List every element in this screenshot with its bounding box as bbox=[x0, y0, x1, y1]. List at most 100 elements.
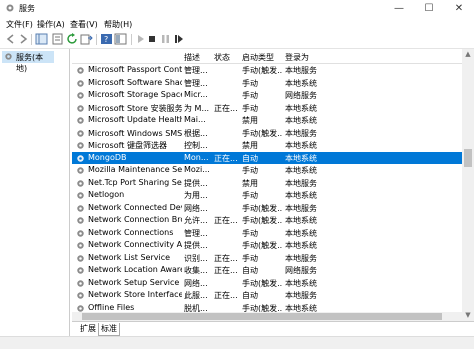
menu-file[interactable]: 文件(F) bbox=[6, 19, 33, 30]
service-status-cell: 正在... bbox=[214, 216, 238, 225]
service-row[interactable]: Network Connected Devic...网络... 手动(触发...本… bbox=[72, 202, 462, 215]
service-gear-icon bbox=[77, 117, 84, 124]
properties-icon[interactable] bbox=[51, 33, 64, 45]
service-name-cell: Microsoft Storage Spaces S... bbox=[88, 90, 182, 99]
service-row[interactable]: Microsoft 键盘筛选器 控制... 禁用 本地系统 bbox=[72, 139, 462, 152]
service-startup-cell: 手动 bbox=[242, 228, 258, 238]
maximize-button[interactable]: ☐ bbox=[414, 0, 444, 17]
service-row[interactable]: MongoDB Mon... 正在... 自动 本地系统 bbox=[72, 151, 462, 164]
back-icon[interactable] bbox=[4, 33, 17, 45]
service-description-cell: 控制... bbox=[184, 141, 208, 150]
stop-service-icon[interactable] bbox=[146, 33, 159, 45]
service-gear-icon bbox=[77, 254, 84, 262]
service-gear-icon bbox=[77, 267, 84, 274]
service-description-cell: 根据... bbox=[184, 128, 208, 138]
tab-extended[interactable]: 扩展 bbox=[78, 323, 98, 335]
forward-icon[interactable] bbox=[17, 33, 30, 45]
service-logon-cell: 本地服务 bbox=[285, 253, 317, 263]
service-description-cell: 网络... bbox=[184, 203, 208, 213]
service-startup-cell: 手动(触发... bbox=[242, 66, 283, 75]
column-header-description[interactable]: 描述 bbox=[184, 52, 200, 63]
column-header-status[interactable]: 状态 bbox=[214, 52, 230, 63]
refresh-icon[interactable] bbox=[66, 33, 79, 45]
vertical-scrollbar[interactable]: ▲ ▼ bbox=[462, 49, 474, 321]
service-name-cell: Network List Service bbox=[88, 252, 171, 262]
service-row[interactable]: Microsoft Passport Container管理... 手动(触发..… bbox=[72, 64, 462, 77]
service-startup-cell: 手动(触发... bbox=[242, 241, 283, 250]
service-row[interactable]: Mozilla Maintenance ServiceMozi... 手动 本地系统 bbox=[72, 164, 462, 177]
service-row[interactable]: Net.Tcp Port Sharing Service提供... 禁用 本地服务 bbox=[72, 177, 462, 190]
horizontal-scrollbar[interactable] bbox=[72, 312, 462, 321]
help-icon[interactable]: ? bbox=[100, 33, 113, 45]
service-description-cell: 提供... bbox=[184, 178, 208, 188]
scroll-down-icon[interactable]: ▼ bbox=[464, 311, 472, 319]
service-logon-cell: 本地服务 bbox=[285, 203, 317, 213]
service-logon-cell: 本地系统 bbox=[285, 153, 317, 163]
service-logon-cell: 本地系统 bbox=[285, 216, 317, 225]
service-row[interactable]: Network Setup Service 网络... 手动(触发... 本地系统 bbox=[72, 277, 462, 290]
mmc-view-icon[interactable] bbox=[114, 33, 127, 45]
service-logon-cell: 本地系统 bbox=[285, 241, 317, 250]
tree-item-label: 服务(本地) bbox=[16, 53, 44, 73]
service-description-cell: 收集... bbox=[184, 266, 208, 275]
service-name-cell: Netlogon bbox=[88, 190, 125, 199]
vertical-scroll-thumb[interactable] bbox=[464, 149, 472, 167]
service-logon-cell: 本地系统 bbox=[285, 141, 317, 150]
pause-service-icon[interactable] bbox=[159, 33, 172, 45]
service-gear-icon bbox=[77, 192, 84, 199]
tree-item-services-local[interactable]: 服务(本地) bbox=[2, 51, 54, 73]
service-startup-cell: 手动 bbox=[242, 191, 258, 200]
service-status-cell: 正在... bbox=[214, 253, 238, 263]
title-bar: 服务 — ☐ ✕ bbox=[0, 0, 474, 17]
service-row[interactable]: Network Location Awarene...收集... 正在... 自动 网… bbox=[72, 264, 462, 277]
service-startup-cell: 自动 bbox=[242, 291, 258, 300]
service-row[interactable]: Network Store Interface Se...此服... 正在... 自… bbox=[72, 289, 462, 302]
service-gear-icon bbox=[77, 292, 84, 299]
horizontal-scroll-thumb[interactable] bbox=[82, 313, 442, 320]
service-gear-icon bbox=[77, 154, 84, 162]
menu-view[interactable]: 查看(V) bbox=[70, 19, 98, 30]
service-row[interactable]: Microsoft Storage Spaces S...Micr... 手动 网络… bbox=[72, 89, 462, 102]
service-row[interactable]: Microsoft Windows SMS 路...根据... 手动(触发...本… bbox=[72, 127, 462, 140]
restart-service-icon[interactable] bbox=[172, 33, 185, 45]
service-logon-cell: 本地系统 bbox=[285, 166, 317, 175]
window-title: 服务 bbox=[19, 4, 35, 13]
service-startup-cell: 手动 bbox=[242, 166, 258, 175]
column-header-startup-type[interactable]: 启动类型 bbox=[242, 52, 274, 63]
menu-action[interactable]: 操作(A) bbox=[37, 19, 65, 30]
service-gear-icon bbox=[77, 142, 84, 149]
service-logon-cell: 本地系统 bbox=[285, 116, 317, 125]
export-list-icon[interactable] bbox=[80, 33, 93, 45]
service-row[interactable]: Network Connections 管理... 手动 本地系统 bbox=[72, 227, 462, 240]
minimize-button[interactable]: — bbox=[384, 0, 414, 17]
service-description-cell: Mon... bbox=[184, 152, 209, 162]
service-description-cell: 识别... bbox=[184, 253, 208, 263]
toolbar-separator bbox=[131, 34, 132, 45]
service-gear-icon bbox=[77, 67, 84, 74]
menu-help[interactable]: 帮助(H) bbox=[104, 19, 132, 30]
service-row[interactable]: Network Connectivity Assis...提供... 手动(触发.… bbox=[72, 239, 462, 252]
service-status-cell: 正在... bbox=[214, 153, 238, 163]
column-header-logon-as[interactable]: 登录为 bbox=[285, 52, 309, 63]
close-button[interactable]: ✕ bbox=[444, 0, 474, 17]
services-gear-icon bbox=[5, 53, 12, 60]
service-description-cell: 此服... bbox=[184, 291, 208, 300]
show-hide-tree-icon[interactable] bbox=[35, 33, 48, 45]
service-description-cell: 为用... bbox=[184, 191, 208, 200]
service-row[interactable]: Netlogon 为用... 手动 本地系统 bbox=[72, 189, 462, 202]
services-list: 描述 状态 启动类型 登录为 Microsoft Passport Contai… bbox=[72, 49, 462, 321]
service-row[interactable]: Microsoft Update Health S...Mai... 禁用 本地系统 bbox=[72, 114, 462, 127]
service-name-cell: Network Location Awarene... bbox=[88, 265, 182, 274]
service-row[interactable]: Microsoft Store 安装服务为 M... 正在... 手动 本地系统 bbox=[72, 102, 462, 115]
console-tree: 服务(本地) bbox=[0, 49, 70, 348]
scroll-up-icon[interactable]: ▲ bbox=[464, 50, 472, 58]
service-startup-cell: 自动 bbox=[242, 266, 258, 275]
service-status-cell: 正在... bbox=[214, 291, 238, 300]
service-row[interactable]: Microsoft Software Shado...管理... 手动 本地系统 bbox=[72, 77, 462, 90]
service-row[interactable]: Network List Service 识别... 正在... 手动 本地服务 bbox=[72, 252, 462, 265]
tab-standard[interactable]: 标准 bbox=[98, 323, 120, 336]
service-description-cell: Mai... bbox=[184, 115, 206, 124]
service-description-cell: Micr... bbox=[184, 90, 208, 99]
service-row[interactable]: Network Connection Broker允许... 正在... 手动(触发… bbox=[72, 214, 462, 227]
service-gear-icon bbox=[77, 242, 84, 249]
